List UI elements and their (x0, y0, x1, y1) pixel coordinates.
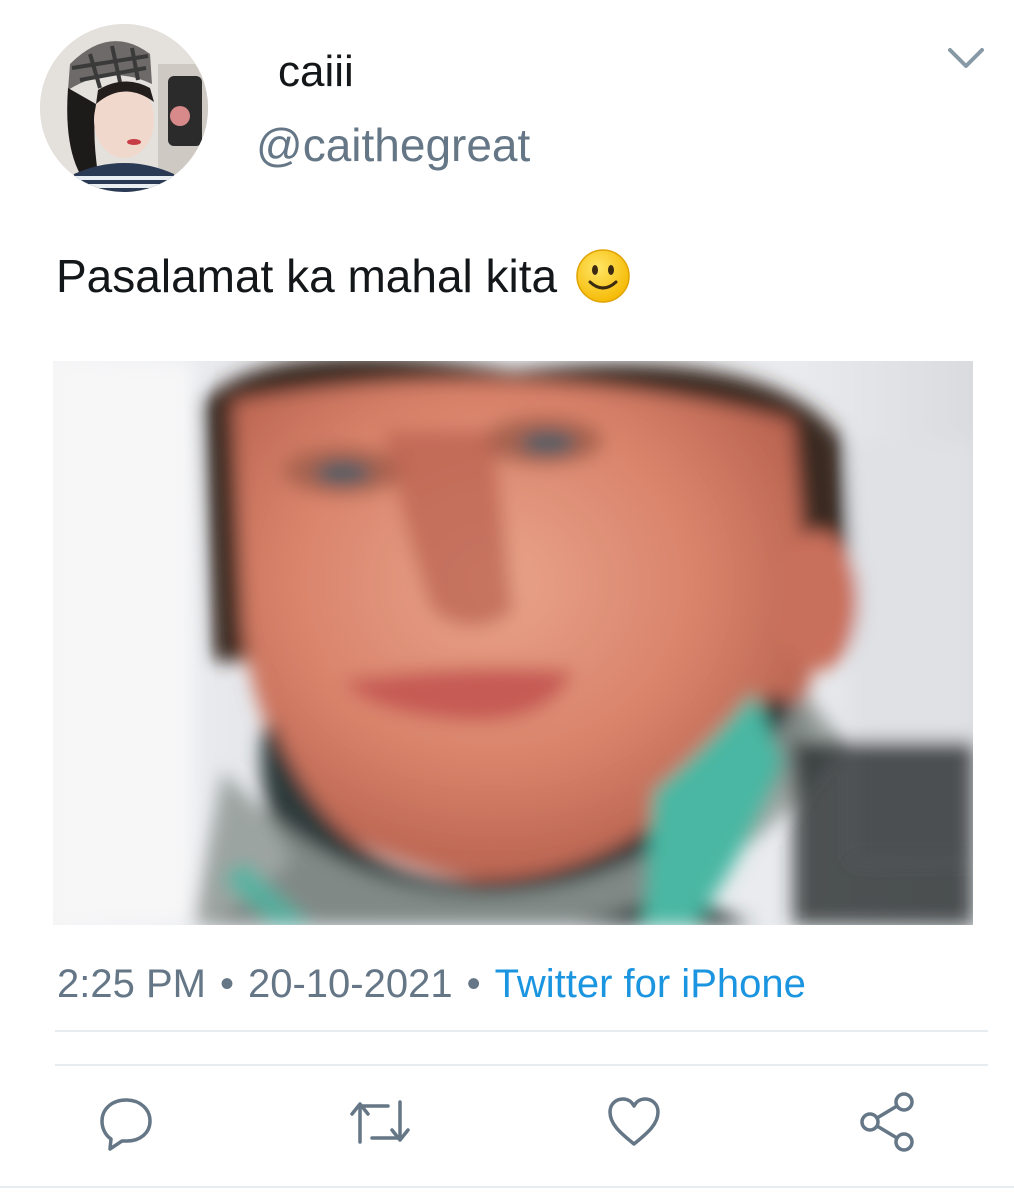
like-button[interactable] (602, 1090, 666, 1154)
slightly-smiling-face-emoji-icon (575, 248, 631, 304)
author-handle[interactable]: @caithegreat (256, 122, 530, 168)
attached-photo-icon (53, 361, 973, 925)
tweet-photo[interactable] (53, 361, 973, 925)
meta-separator: • (466, 962, 481, 1006)
tweet-meta: 2:25 PM • 20-10-2021 • Twitter for iPhone (57, 964, 806, 1004)
share-button[interactable] (856, 1090, 920, 1154)
chevron-down-icon[interactable] (944, 40, 988, 76)
divider (55, 1030, 988, 1032)
share-icon (860, 1092, 914, 1152)
avatar[interactable] (40, 24, 208, 192)
retweet-button[interactable] (348, 1090, 412, 1154)
profile-photo (40, 24, 208, 192)
tweet-text: Pasalamat ka mahal kita (56, 248, 631, 304)
meta-separator: • (219, 962, 234, 1006)
reply-button[interactable] (94, 1090, 158, 1154)
tweet-source-link[interactable]: Twitter for iPhone (495, 962, 806, 1006)
divider (0, 1186, 1014, 1188)
retweet-icon (350, 1100, 410, 1144)
tweet-date: 20-10-2021 (247, 962, 453, 1006)
tweet-actions (0, 1090, 1014, 1170)
divider (55, 1064, 988, 1066)
tweet-text-body: Pasalamat ka mahal kita (56, 249, 558, 302)
reply-icon (100, 1098, 152, 1151)
heart-icon (608, 1097, 660, 1146)
author-display-name[interactable]: caiii (278, 50, 354, 94)
tweet-time: 2:25 PM (57, 962, 206, 1006)
